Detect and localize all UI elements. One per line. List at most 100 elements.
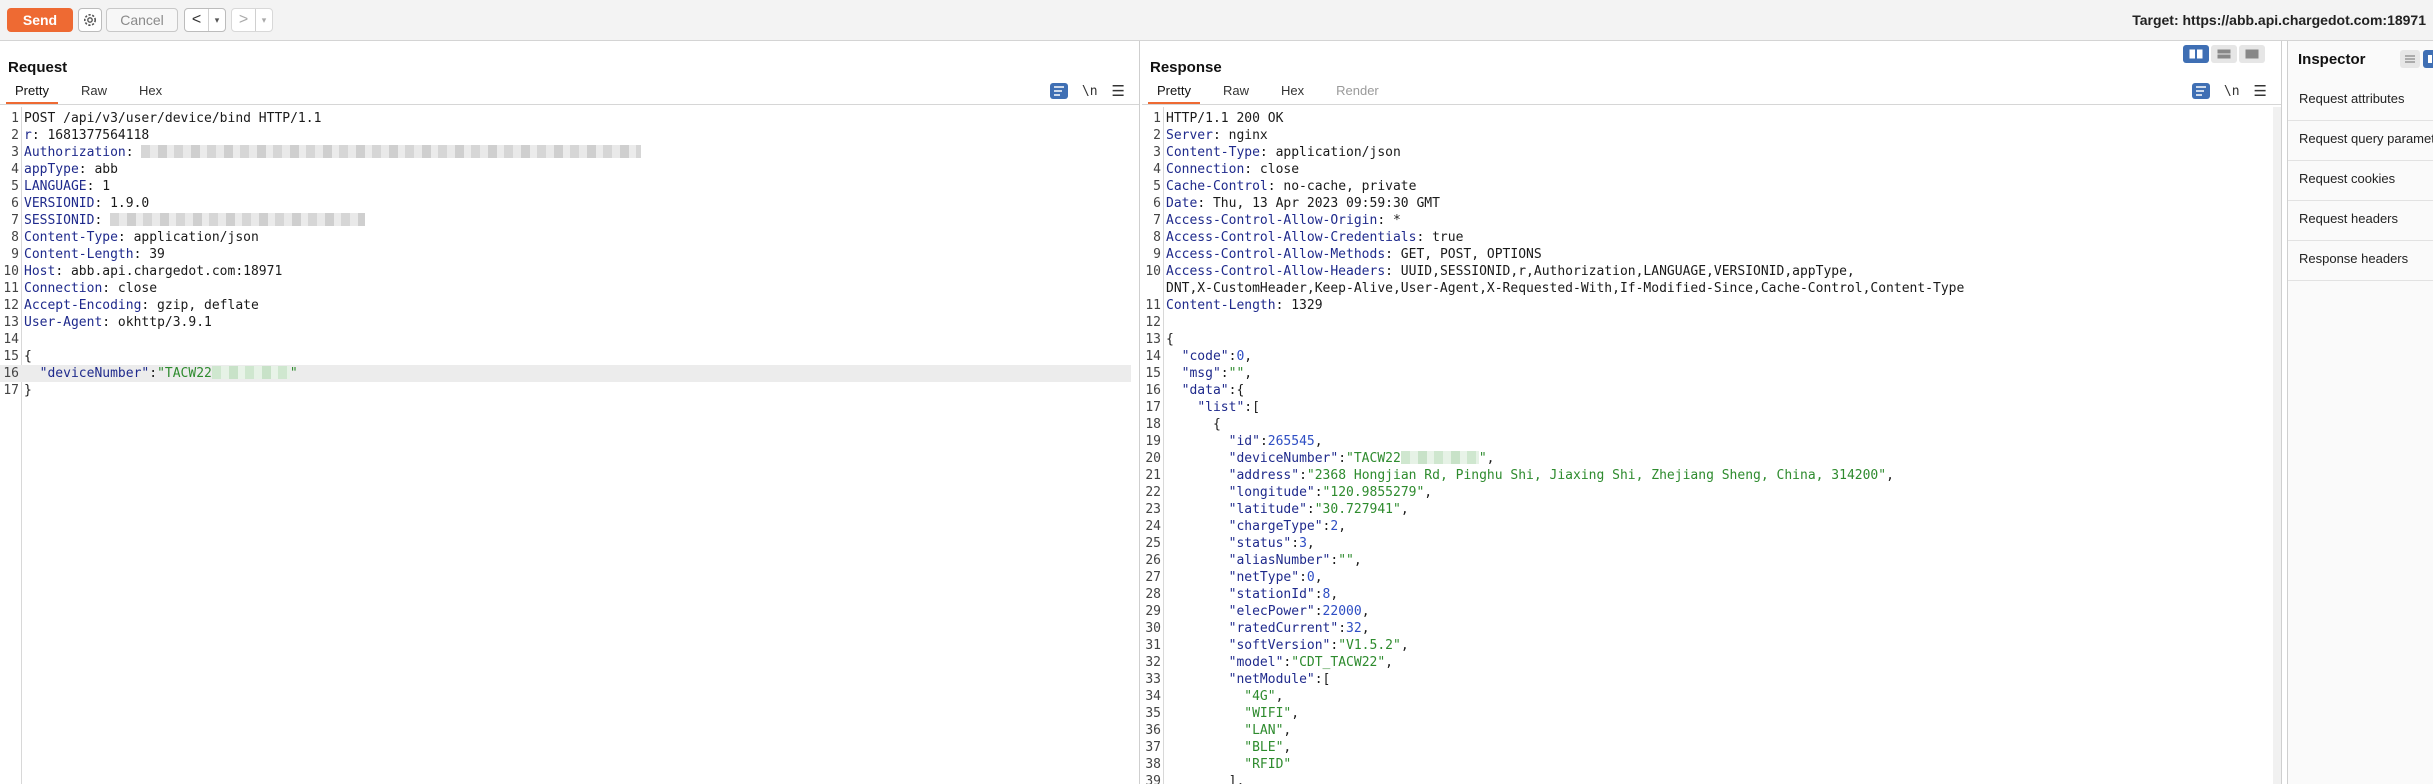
line-number: 10 <box>3 264 19 279</box>
code-text: : application/json <box>117 230 259 245</box>
line-number: 16 <box>3 366 19 381</box>
line-number: 6 <box>11 196 19 211</box>
chevron-down-icon[interactable]: ▾ <box>209 9 225 31</box>
inspector-columns-icon[interactable] <box>2423 50 2433 68</box>
layout-tabs-icon[interactable] <box>2239 45 2265 63</box>
code-line: 5 Cache-Control: no-cache, private <box>1142 178 2273 195</box>
code-text: : GET, POST, OPTIONS <box>1385 247 1542 262</box>
line-content: POST /api/v3/user/device/bind HTTP/1.1 <box>24 110 321 127</box>
request-editor[interactable]: 1 POST /api/v3/user/device/bind HTTP/1.1 2… <box>0 107 1139 784</box>
code-key: "ratedCurrent" <box>1228 621 1339 636</box>
line-content: "stationId":8, <box>1166 586 1339 603</box>
cancel-button[interactable]: Cancel <box>106 8 178 32</box>
editor-menu-icon[interactable]: ☰ <box>1112 84 1125 99</box>
code-text: , <box>1314 434 1323 449</box>
line-content: } <box>24 382 32 399</box>
code-key: Server <box>1166 128 1213 143</box>
line-number: 13 <box>3 315 19 330</box>
settings-button[interactable] <box>78 8 102 32</box>
code-text: , <box>1385 655 1393 670</box>
line-number: 38 <box>1145 757 1161 772</box>
code-string: " <box>289 366 298 381</box>
code-line: 17 "list":[ <box>1142 399 2273 416</box>
code-text: : <box>1299 468 1307 483</box>
code-text: : 39 <box>133 247 165 262</box>
response-editor[interactable]: 1 HTTP/1.1 200 OK 2 Server: nginx 3 Content-T… <box>1142 107 2281 784</box>
code-line: 25 "status":3, <box>1142 535 2273 552</box>
code-key: r <box>24 128 32 143</box>
code-line: 10 Access-Control-Allow-Headers: UUID,SES… <box>1142 263 2273 280</box>
inspector-request-attributes[interactable]: Request attributes <box>2288 81 2433 121</box>
layout-side-by-side-icon[interactable] <box>2183 45 2209 63</box>
code-key: Content-Length <box>1166 298 1276 313</box>
code-text: :{ <box>1228 383 1245 398</box>
code-text: : nginx <box>1212 128 1268 143</box>
code-key: "list" <box>1197 400 1245 415</box>
line-content: "RFID" <box>1166 756 1291 773</box>
inspector-list-icon[interactable] <box>2400 50 2420 68</box>
code-key: "id" <box>1228 434 1260 449</box>
request-tab-hex[interactable]: Hex <box>130 81 171 104</box>
request-tab-raw[interactable]: Raw <box>72 81 116 104</box>
line-number: 30 <box>1145 621 1161 636</box>
line-content: Host: abb.api.chargedot.com:18971 <box>24 263 282 280</box>
line-content: { <box>1166 331 1174 348</box>
inspector-request-cookies[interactable]: Request cookies <box>2288 161 2433 201</box>
code-key: appType <box>24 162 79 177</box>
code-number: 265545 <box>1267 434 1315 449</box>
inspector-request-query-parameters[interactable]: Request query parameters <box>2288 121 2433 161</box>
line-number: 34 <box>1145 689 1161 704</box>
line-number: 5 <box>11 179 19 194</box>
response-scrollbar[interactable] <box>2273 107 2281 784</box>
line-number: 12 <box>1145 315 1161 330</box>
send-button[interactable]: Send <box>7 8 73 32</box>
line-number: 1 <box>11 111 19 126</box>
show-newlines-button[interactable]: \n <box>2224 84 2240 99</box>
line-content: LANGUAGE: 1 <box>24 178 110 195</box>
line-content: Server: nginx <box>1166 127 1268 144</box>
code-line: 35 "WIFI", <box>1142 705 2273 722</box>
line-number: 18 <box>1145 417 1161 432</box>
line-content: SESSIONID: <box>24 212 366 229</box>
response-tab-hex[interactable]: Hex <box>1272 81 1313 104</box>
line-number: 14 <box>3 332 19 347</box>
line-content: { <box>1166 416 1221 433</box>
show-newlines-button[interactable]: \n <box>1082 84 1098 99</box>
chevron-left-icon[interactable]: < <box>185 9 209 31</box>
request-tab-pretty[interactable]: Pretty <box>6 81 58 104</box>
code-key: Access-Control-Allow-Credentials <box>1166 230 1417 245</box>
inspector-request-headers[interactable]: Request headers <box>2288 201 2433 241</box>
wrap-lines-icon[interactable] <box>1049 83 1068 99</box>
code-text: , <box>1244 349 1253 364</box>
line-content: Content-Length: 1329 <box>1166 297 1323 314</box>
line-number: 39 <box>1145 774 1161 784</box>
layout-stacked-icon[interactable] <box>2211 45 2237 63</box>
line-number: 11 <box>3 281 19 296</box>
response-tab-pretty[interactable]: Pretty <box>1148 81 1200 104</box>
inspector-response-headers[interactable]: Response headers <box>2288 241 2433 281</box>
code-line: 20 "deviceNumber":"TACW22 ", <box>1142 450 2273 467</box>
editor-menu-icon[interactable]: ☰ <box>2254 84 2267 99</box>
history-forward-group: > ▾ <box>231 8 273 32</box>
code-text: , <box>1338 519 1347 534</box>
code-text: : application/json <box>1259 145 1401 160</box>
wrap-lines-icon[interactable] <box>2191 83 2210 99</box>
line-number: 17 <box>1145 400 1161 415</box>
response-tab-raw[interactable]: Raw <box>1214 81 1258 104</box>
chevron-down-icon[interactable]: ▾ <box>256 9 272 31</box>
chevron-right-icon[interactable]: > <box>232 9 256 31</box>
code-key: Content-Type <box>24 230 118 245</box>
code-line: 26 "aliasNumber":"", <box>1142 552 2273 569</box>
code-line: 3 Content-Type: application/json <box>1142 144 2273 161</box>
code-text: , <box>1353 553 1362 568</box>
code-text: { <box>24 349 32 364</box>
code-text: , <box>1886 468 1894 483</box>
line-content: Content-Type: application/json <box>1166 144 1401 161</box>
code-line: 9 Content-Length: 39 <box>0 246 1131 263</box>
target-label[interactable]: Target: https://abb.api.chargedot.com:18… <box>2132 12 2426 28</box>
